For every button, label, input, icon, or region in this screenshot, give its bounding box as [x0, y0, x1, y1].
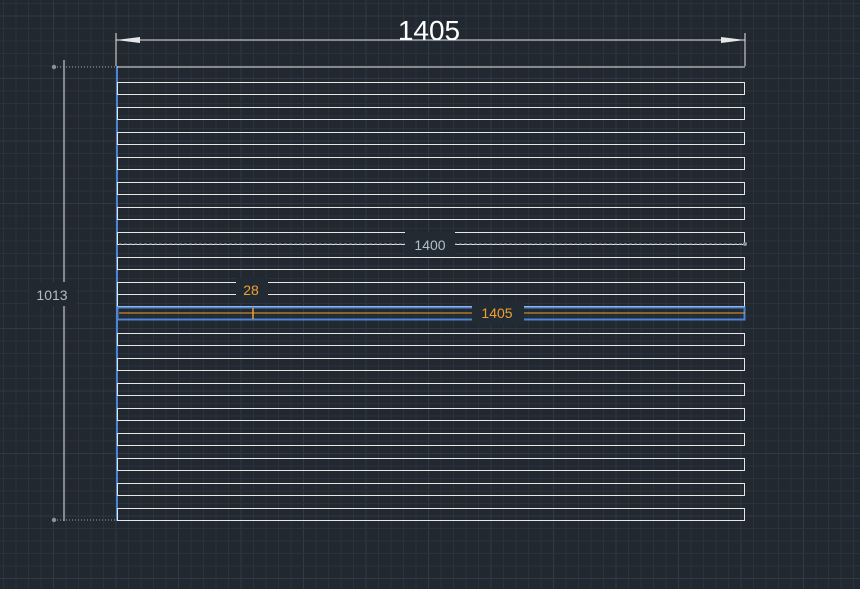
length-label[interactable]: 1405: [481, 305, 512, 321]
top-dimension-label: 1405: [398, 15, 460, 46]
offset-label[interactable]: 28: [243, 282, 259, 298]
dimension-grip[interactable]: [743, 242, 747, 246]
dimension-grip[interactable]: [51, 64, 57, 70]
left-dimension-label: 1013: [36, 287, 67, 303]
inner-dimension-label: 1400: [414, 237, 445, 253]
cad-drawing-canvas[interactable]: 1405 1013 1400 28 1405: [0, 0, 860, 589]
dimension-grip[interactable]: [51, 517, 57, 523]
